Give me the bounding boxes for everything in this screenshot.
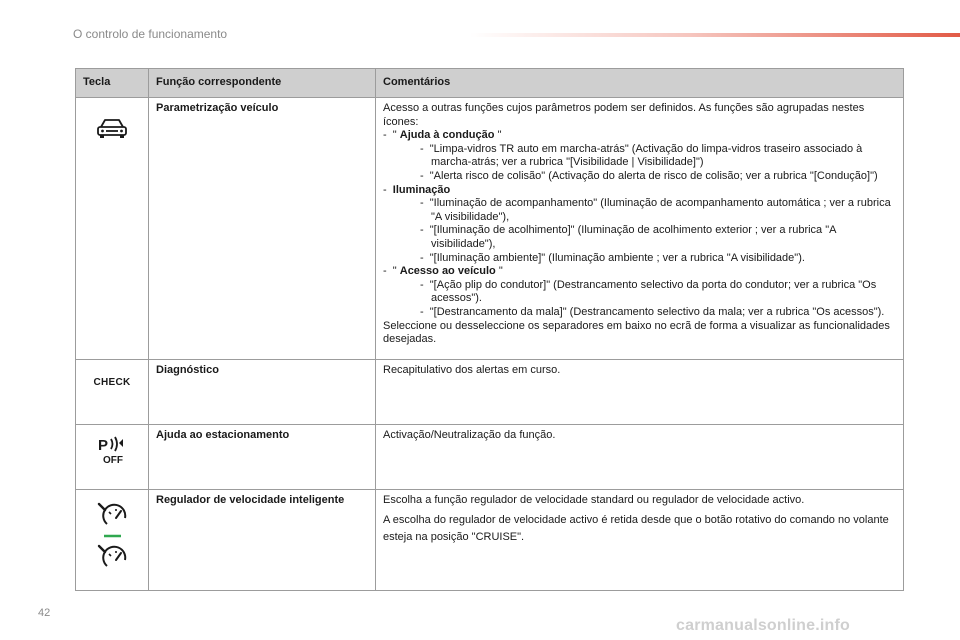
function-name: Diagnóstico: [148, 358, 376, 425]
comment-cell: Activação/Neutralização da função.: [375, 423, 904, 490]
group-driving-assist: - " Ajuda à condução ": [383, 129, 502, 142]
function-name: Regulador de velocidade inteligente: [148, 488, 376, 591]
car-icon: [97, 119, 127, 138]
comment-outro: Seleccione ou desseleccione os separador…: [383, 319, 890, 346]
header-comments: Comentários: [375, 68, 904, 98]
table-row: P OFF Ajuda ao estacionamento Activação/…: [75, 423, 904, 490]
header-function: Função correspondente: [148, 68, 376, 98]
active-speed-regulator-icon: [97, 534, 127, 567]
header-key: Tecla: [75, 68, 149, 98]
table-row: Parametrização veículo Acesso a outras f…: [75, 97, 904, 360]
watermark: carmanualsonline.info: [676, 617, 851, 634]
list-item: - "Alerta risco de colisão" (Activação d…: [420, 169, 878, 182]
list-item: - "[Destrancamento da mala]" (Destrancam…: [420, 305, 885, 318]
park-assist-off-icon: P OFF: [98, 436, 123, 465]
icon-cell: [75, 97, 149, 360]
list-item: - "[Iluminação ambiente]" (Iluminação am…: [420, 251, 805, 264]
comment-cell: Recapitulativo dos alertas em curso.: [375, 358, 904, 425]
comment-paragraph: Escolha a função regulador de velocidade…: [383, 493, 805, 506]
list-item: - "[Ação plip do condutor]" (Destrancame…: [420, 278, 877, 305]
group-vehicle-access: - " Acesso ao veículo ": [383, 265, 503, 278]
list-item: - "[Iluminação de acolhimento]" (Ilumina…: [420, 224, 836, 250]
table-row: Regulador de velocidade inteligente Esco…: [75, 488, 904, 591]
group-lighting: - Iluminação: [383, 183, 451, 196]
function-name: Parametrização veículo: [148, 97, 376, 360]
icon-cell: CHECK: [75, 358, 149, 425]
off-label: OFF: [103, 455, 123, 465]
list-item: - "Iluminação de acompanhamento" (Ilumin…: [420, 197, 891, 223]
section-title: O controlo de funcionamento: [73, 27, 228, 41]
comment-cell: Acesso a outras funções cujos parâmetros…: [375, 97, 904, 360]
comment-cell: Escolha a função regulador de velocidade…: [375, 488, 904, 591]
comment-intro: Acesso a outras funções cujos parâmetros…: [383, 102, 865, 128]
list-item: - "Limpa-vidros TR auto em marcha-atrás"…: [420, 142, 863, 169]
icon-cell: [75, 488, 149, 591]
function-table: Tecla Função correspondente Comentários …: [75, 68, 904, 591]
icon-cell: P OFF: [75, 423, 149, 490]
comment-paragraph: A escolha do regulador de velocidade act…: [383, 514, 889, 544]
function-name: Ajuda ao estacionamento: [148, 423, 376, 490]
park-letter: P: [98, 437, 108, 454]
page-number: 42: [38, 607, 51, 619]
header-accent-bar: [470, 33, 960, 37]
check-icon: CHECK: [93, 376, 131, 388]
table-header-row: Tecla Função correspondente Comentários: [75, 68, 904, 98]
speed-regulator-icon: [97, 502, 127, 525]
table-row: CHECK Diagnóstico Recapitulativo dos ale…: [75, 358, 904, 425]
